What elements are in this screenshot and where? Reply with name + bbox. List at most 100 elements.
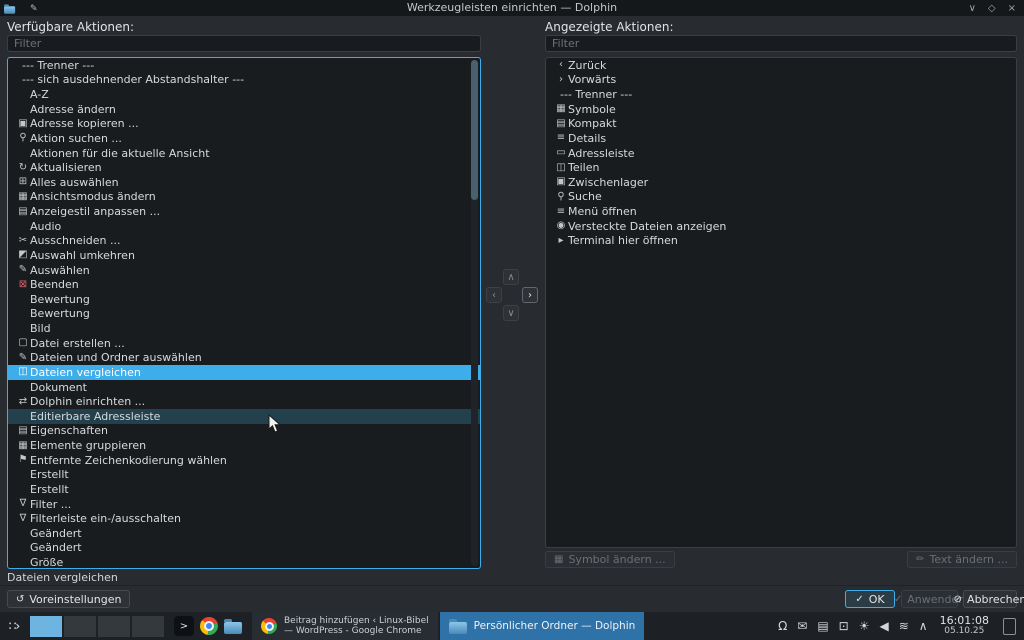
wifi-icon[interactable]: ≋ [899, 620, 909, 632]
shown-filter-input[interactable] [545, 35, 1017, 52]
move-left-button[interactable]: ‹ [486, 287, 502, 303]
action-item[interactable]: ⇄Dolphin einrichten ... [8, 394, 480, 409]
taskbar-task[interactable]: Beitrag hinzufügen ‹ Linux-Bibel— WordPr… [252, 612, 438, 640]
separator-item[interactable]: --- Trenner --- [546, 87, 1016, 102]
action-label: Adresse ändern [30, 103, 116, 116]
separator-item[interactable]: --- sich ausdehnender Abstandshalter --- [8, 73, 480, 88]
change-icon-button[interactable]: ▦ Symbol ändern ... [545, 551, 675, 568]
expand-tray-icon[interactable]: ∧ [919, 620, 928, 632]
defaults-button[interactable]: ↺ Voreinstellungen [7, 590, 130, 608]
action-label: --- Trenner --- [22, 59, 94, 72]
action-item[interactable]: ⚲Suche [546, 190, 1016, 205]
change-text-button[interactable]: ✏ Text ändern ... [907, 551, 1017, 568]
action-label: Erstellt [30, 468, 69, 481]
action-item[interactable]: ↻Aktualisieren [8, 160, 480, 175]
action-item[interactable]: Dokument [8, 380, 480, 395]
action-item[interactable]: ◫Teilen [546, 160, 1016, 175]
action-item[interactable]: Bewertung [8, 307, 480, 322]
volume-icon[interactable]: ◀ [880, 620, 889, 632]
desktop-1[interactable] [30, 616, 62, 637]
close-button[interactable]: × [1008, 3, 1016, 14]
cancel-button[interactable]: ⊘ Abbrechen [963, 590, 1017, 608]
action-item[interactable]: ✎Auswählen [8, 263, 480, 278]
mail-icon[interactable]: ✉ [797, 620, 807, 632]
show-desktop-button[interactable] [1003, 618, 1016, 635]
action-item[interactable]: ∇Filterleiste ein-/ausschalten [8, 511, 480, 526]
taskbar-task-active[interactable]: Persönlicher Ordner — Dolphin [440, 612, 645, 640]
action-item[interactable]: ≡Menü öffnen [546, 204, 1016, 219]
move-up-button[interactable]: ∧ [503, 269, 519, 285]
action-item[interactable]: ▢Datei erstellen ... [8, 336, 480, 351]
action-item[interactable]: ∇Filter ... [8, 497, 480, 512]
action-item[interactable]: Geändert [8, 541, 480, 556]
action-item[interactable]: ◫Dateien vergleichen [8, 365, 480, 380]
shown-actions-list[interactable]: ‹Zurück›Vorwärts--- Trenner ---▦Symbole▤… [545, 57, 1017, 548]
minimize-button[interactable]: ∨ [969, 3, 976, 14]
action-item[interactable]: ▤Eigenschaften [8, 424, 480, 439]
action-item[interactable]: ▭Adressleiste [546, 146, 1016, 161]
action-item[interactable]: Aktionen für die aktuelle Ansicht [8, 146, 480, 161]
action-item[interactable]: ⊞Alles auswählen [8, 175, 480, 190]
move-down-button[interactable]: ∨ [503, 305, 519, 321]
forward-icon: › [554, 73, 568, 87]
action-item[interactable]: ✎Dateien und Ordner auswählen [8, 351, 480, 366]
dolphin-icon[interactable] [224, 622, 242, 634]
ok-button[interactable]: ✓ OK [845, 590, 895, 608]
action-item[interactable]: ▣Adresse kopieren ... [8, 117, 480, 132]
action-item[interactable]: ▤Kompakt [546, 117, 1016, 132]
app-launcher-icon[interactable]: ∷› [0, 619, 28, 633]
action-item[interactable]: ✂Ausschneiden ... [8, 234, 480, 249]
action-item[interactable]: Audio [8, 219, 480, 234]
filter-bar-icon: ∇ [16, 512, 30, 526]
move-right-button[interactable]: › [522, 287, 538, 303]
action-item[interactable]: Erstellt [8, 482, 480, 497]
display-icon[interactable]: ⊡ [839, 620, 849, 632]
action-item[interactable]: ›Vorwärts [546, 73, 1016, 88]
action-item[interactable]: Geändert [8, 526, 480, 541]
separator-item[interactable]: --- Trenner --- [8, 58, 480, 73]
clipboard-icon[interactable]: ▤ [817, 620, 828, 632]
action-item[interactable]: ⚲Aktion suchen ... [8, 131, 480, 146]
apply-button[interactable]: ✓ Anwenden [901, 590, 958, 608]
check-icon: ✓ [855, 594, 863, 605]
action-item[interactable]: ≡Details [546, 131, 1016, 146]
action-item[interactable]: ▦Symbole [546, 102, 1016, 117]
kdeconnect-icon[interactable]: Ω [778, 620, 787, 632]
task-label: Beitrag hinzufügen ‹ Linux-Bibel— WordPr… [284, 616, 429, 637]
action-item[interactable]: ⊠Beenden [8, 277, 480, 292]
action-item[interactable]: A-Z [8, 87, 480, 102]
virtual-desktop-pager[interactable] [30, 616, 164, 637]
action-item[interactable]: ▤Anzeigestil anpassen ... [8, 204, 480, 219]
action-item[interactable]: ▦Ansichtsmodus ändern [8, 190, 480, 205]
konsole-icon[interactable]: > [174, 616, 194, 636]
footer-separator [0, 585, 1024, 586]
action-item[interactable]: ‹Zurück [546, 58, 1016, 73]
quit-icon: ⊠ [16, 278, 30, 292]
action-item[interactable]: Adresse ändern [8, 102, 480, 117]
desktop-2[interactable] [64, 616, 96, 637]
group-items-icon: ▦ [16, 439, 30, 453]
action-item[interactable]: Größe [8, 555, 480, 569]
action-item[interactable]: Erstellt [8, 468, 480, 483]
action-item[interactable]: ⚑Entfernte Zeichenkodierung wählen [8, 453, 480, 468]
action-item[interactable]: ▦Elemente gruppieren [8, 438, 480, 453]
window-titlebar[interactable]: ✎ Werkzeugleisten einrichten — Dolphin ∨… [0, 0, 1024, 16]
desktop-3[interactable] [98, 616, 130, 637]
desktop-4[interactable] [132, 616, 164, 637]
brightness-icon[interactable]: ☀ [859, 620, 870, 632]
action-label: Audio [30, 220, 61, 233]
clock[interactable]: 16:01:08 05.10.25 [940, 615, 989, 638]
action-item[interactable]: ▣Zwischenlager [546, 175, 1016, 190]
chrome-icon[interactable] [200, 617, 218, 635]
available-filter-input[interactable] [7, 35, 481, 52]
action-item[interactable]: ◩Auswahl umkehren [8, 248, 480, 263]
action-item[interactable]: ▸Terminal hier öffnen [546, 234, 1016, 249]
action-item[interactable]: Bewertung [8, 292, 480, 307]
action-item[interactable]: ◉Versteckte Dateien anzeigen [546, 219, 1016, 234]
maximize-button[interactable]: ◇ [988, 3, 996, 14]
action-label: --- Trenner --- [560, 88, 632, 101]
action-item[interactable]: Editierbare Adressleiste [8, 409, 480, 424]
scrollbar-handle[interactable] [471, 60, 478, 200]
available-actions-list[interactable]: --- Trenner ------ sich ausdehnender Abs… [7, 57, 481, 569]
action-item[interactable]: Bild [8, 321, 480, 336]
